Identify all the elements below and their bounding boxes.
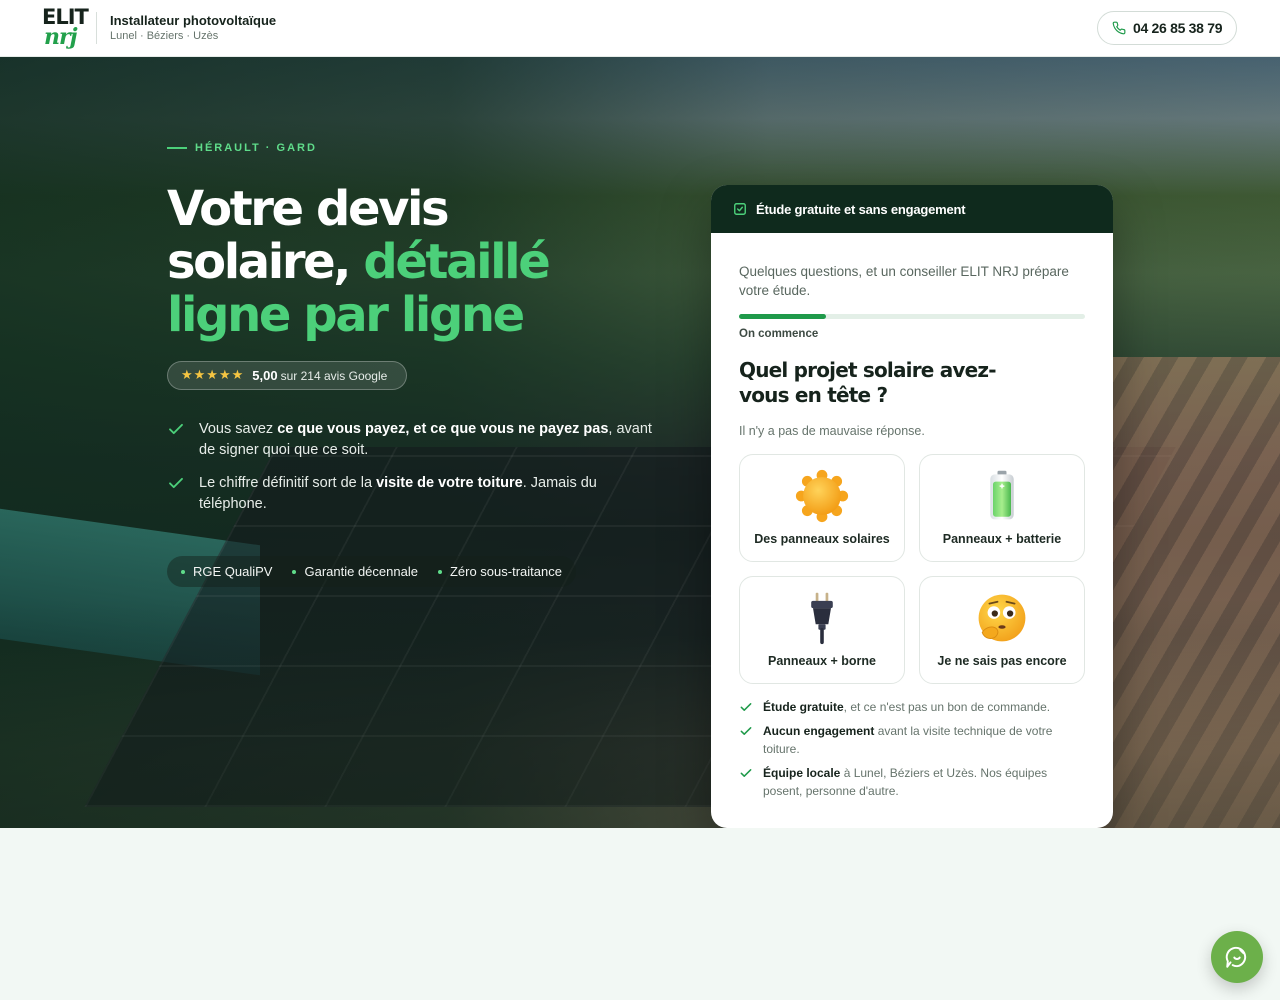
benefit-text-pre: Le chiffre définitif sort de la bbox=[199, 475, 377, 491]
rating-score: 5,00 bbox=[252, 368, 278, 383]
option-solar-panels[interactable]: Des panneaux solaires bbox=[739, 454, 905, 562]
checkbox-icon bbox=[734, 203, 746, 215]
step-label: On commence bbox=[739, 328, 819, 340]
form-hint: Il n'y a pas de mauvaise réponse. bbox=[739, 424, 925, 438]
google-rating-badge[interactable]: ★★★★★ 5,00 sur 214 avis Google bbox=[167, 361, 407, 390]
phone-button[interactable]: 04 26 85 38 79 bbox=[1097, 11, 1237, 45]
benefit-text-bold: visite de votre toiture bbox=[376, 475, 523, 491]
eyebrow-text: HÉRAULT · GARD bbox=[195, 142, 317, 154]
assurance-bold: Équipe locale bbox=[763, 766, 841, 780]
bullet-icon bbox=[181, 569, 185, 574]
rating-count: sur 214 avis Google bbox=[280, 368, 388, 383]
assurance-text: , et ce n'est pas un bon de commande. bbox=[843, 700, 1051, 714]
assurance-bold: Aucun engagement bbox=[763, 724, 875, 738]
hero-section: HÉRAULT · GARD Votre devis solaire, déta… bbox=[0, 57, 1280, 828]
bullet-icon bbox=[292, 569, 297, 574]
hero-title-line1: Votre devis bbox=[167, 181, 450, 237]
benefit-text-pre: Vous savez bbox=[199, 421, 278, 437]
hero-benefits-list: Vous savez ce que vous payez, et ce que … bbox=[167, 419, 657, 527]
brand-locations: Lunel · Béziers · Uzès bbox=[110, 30, 219, 42]
site-header: ELIT nrj Installateur photovoltaïque Lun… bbox=[0, 0, 1280, 57]
option-label: Panneaux + batterie bbox=[942, 532, 1062, 546]
trust-badge-label: Garantie décennale bbox=[304, 564, 418, 579]
sun-icon bbox=[795, 469, 849, 523]
phone-icon bbox=[1112, 21, 1126, 35]
benefit-text-bold: ce que vous payez, et ce que vous ne pay… bbox=[277, 421, 609, 437]
trust-badge: Garantie décennale bbox=[292, 564, 418, 579]
benefit-item: Le chiffre définitif sort de la visite d… bbox=[167, 473, 657, 515]
thinking-face-icon bbox=[978, 594, 1026, 642]
check-icon bbox=[169, 423, 183, 435]
trust-badge-label: RGE QualiPV bbox=[193, 564, 273, 579]
bullet-icon bbox=[437, 569, 442, 574]
check-icon bbox=[740, 727, 752, 735]
hero-eyebrow: HÉRAULT · GARD bbox=[167, 142, 317, 154]
chat-bubble-icon bbox=[1225, 946, 1247, 968]
card-header: Étude gratuite et sans engagement bbox=[711, 185, 1113, 233]
elit-nrj-logo[interactable]: ELIT nrj bbox=[40, 6, 89, 52]
option-panels-charger[interactable]: Panneaux + borne bbox=[739, 576, 905, 684]
brand-title: Installateur photovoltaïque bbox=[110, 13, 277, 28]
option-panels-battery[interactable]: Panneaux + batterie bbox=[919, 454, 1085, 562]
assurance-item: Étude gratuite, et ce n'est pas un bon d… bbox=[739, 698, 1084, 716]
hero-title: Votre devis solaire, détaillé ligne par … bbox=[167, 183, 667, 342]
header-divider bbox=[96, 12, 97, 44]
hero-title-highlight: détaillé bbox=[363, 234, 550, 290]
check-icon bbox=[740, 769, 752, 777]
option-label: Des panneaux solaires bbox=[754, 532, 890, 546]
check-icon bbox=[740, 703, 752, 711]
option-label: Je ne sais pas encore bbox=[937, 654, 1067, 668]
assurance-item: Équipe locale à Lunel, Béziers et Uzès. … bbox=[739, 764, 1084, 800]
form-question: Quel projet solaire avez-vous en tête ? bbox=[739, 358, 997, 407]
plug-icon bbox=[811, 592, 833, 645]
phone-number: 04 26 85 38 79 bbox=[1133, 20, 1223, 36]
star-rating-icon: ★★★★★ bbox=[181, 368, 245, 383]
progress-fill bbox=[739, 314, 826, 319]
chat-button[interactable] bbox=[1211, 931, 1263, 983]
trust-badges: RGE QualiPV Garantie décennale Zéro sous… bbox=[167, 556, 576, 587]
hero-title-line3: ligne par ligne bbox=[167, 287, 525, 343]
benefit-item: Vous savez ce que vous payez, et ce que … bbox=[167, 419, 657, 461]
assurance-list: Étude gratuite, et ce n'est pas un bon d… bbox=[739, 698, 1084, 806]
check-icon bbox=[169, 477, 183, 489]
option-not-sure[interactable]: Je ne sais pas encore bbox=[919, 576, 1085, 684]
trust-badge: RGE QualiPV bbox=[181, 564, 272, 579]
logo-text-nrj: nrj bbox=[44, 24, 78, 50]
card-header-title: Étude gratuite et sans engagement bbox=[756, 201, 966, 217]
hero-title-line2: solaire, bbox=[167, 234, 364, 290]
option-label: Panneaux + borne bbox=[767, 654, 877, 668]
eyebrow-line bbox=[167, 147, 187, 149]
card-intro: Quelques questions, et un conseiller ELI… bbox=[739, 264, 1069, 298]
form-progress-bar bbox=[739, 314, 1085, 319]
quote-form-card: Étude gratuite et sans engagement Quelqu… bbox=[711, 185, 1113, 828]
battery-icon bbox=[990, 470, 1014, 520]
assurance-bold: Étude gratuite bbox=[763, 700, 844, 714]
trust-badge-label: Zéro sous-traitance bbox=[449, 564, 562, 579]
trust-badge: Zéro sous-traitance bbox=[437, 564, 562, 579]
assurance-item: Aucun engagement avant la visite techniq… bbox=[739, 722, 1084, 758]
